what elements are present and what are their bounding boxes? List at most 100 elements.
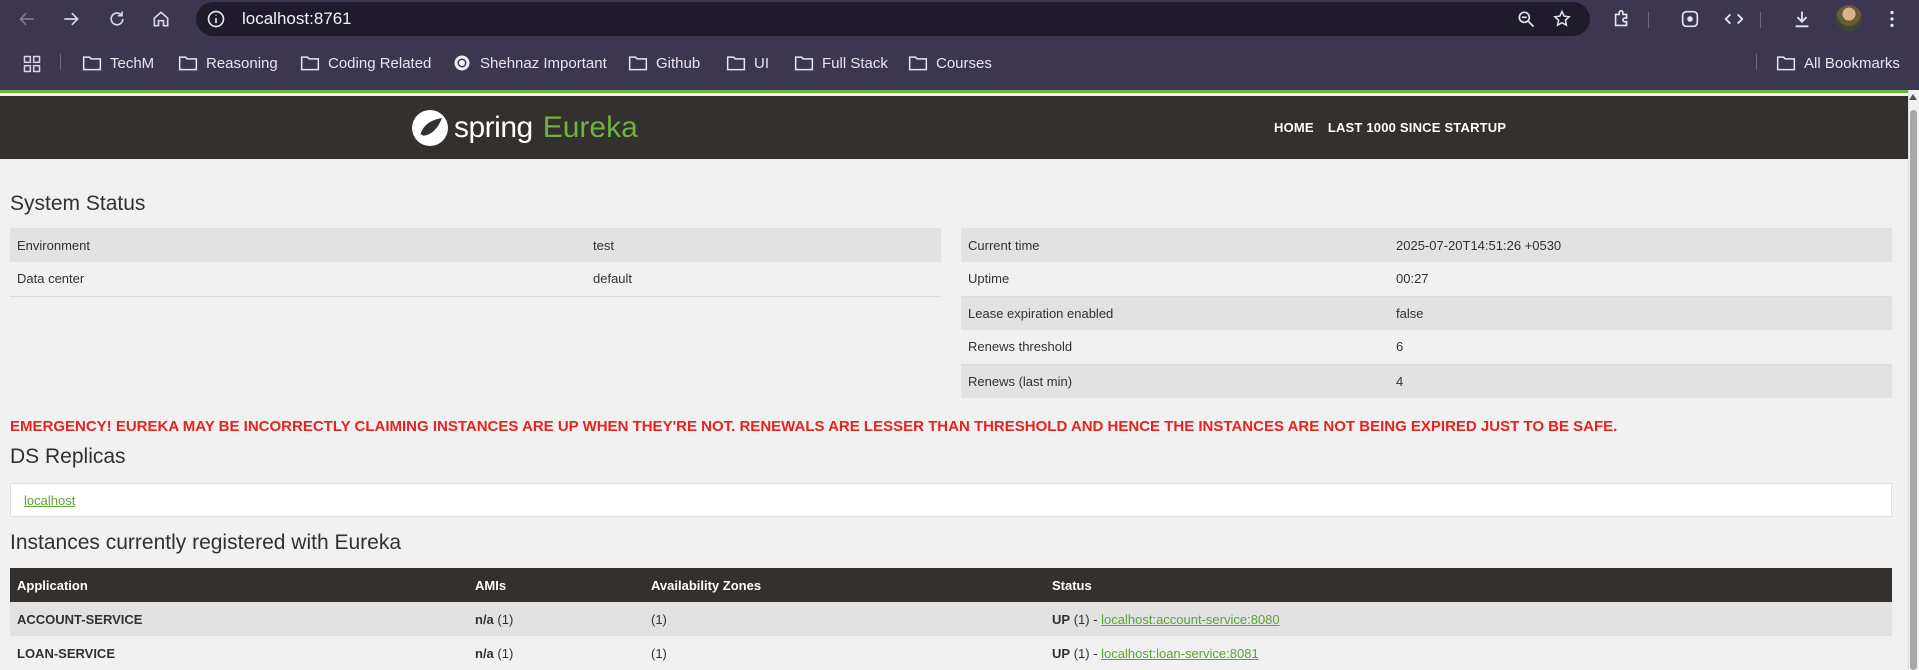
status-up: UP (1052, 645, 1071, 661)
folder-icon (794, 56, 814, 71)
zoom-icon[interactable] (1516, 9, 1536, 29)
system-status-right-table: Current time 2025-07-20T14:51:26 +0530 U… (961, 228, 1892, 398)
column-header: Availability Zones (644, 568, 1045, 602)
bookmark-folder-courses[interactable]: Courses (908, 52, 992, 74)
top-nav: HOME LAST 1000 SINCE STARTUP (1274, 120, 1506, 135)
folder-icon (178, 56, 198, 71)
puzzle-icon (1614, 9, 1628, 27)
bookmark-folder-ui[interactable]: UI (726, 52, 769, 74)
table-row: Uptime 00:27 (961, 262, 1892, 297)
status-value: 00:27 (1389, 262, 1892, 297)
status-count: (1) - (1073, 611, 1098, 627)
table-row: ACCOUNT-SERVICE n/a (1) (1) UP (1) - loc… (10, 602, 1892, 636)
ami-count: (1) (497, 645, 514, 661)
nav-home[interactable]: HOME (1274, 120, 1314, 135)
status-value: 4 (1389, 364, 1892, 398)
zones-cell: (1) (644, 602, 1045, 636)
extensions-button[interactable] (1610, 7, 1634, 31)
status-label: Renews threshold (961, 330, 1389, 365)
column-header: Status (1045, 568, 1892, 602)
forward-button[interactable] (58, 6, 84, 32)
table-row: Renews (last min) 4 (961, 364, 1892, 398)
home-icon (153, 11, 169, 27)
nav-last-1000[interactable]: LAST 1000 SINCE STARTUP (1328, 120, 1506, 135)
brand-eureka: Eureka (542, 111, 638, 144)
bookmark-folder-github[interactable]: Github (628, 52, 700, 74)
downloads-button[interactable] (1790, 7, 1814, 31)
devtools-button[interactable] (1722, 7, 1746, 31)
toolbar-separator (1648, 12, 1649, 28)
status-value: 6 (1389, 330, 1892, 365)
status-cell: UP (1) - localhost:loan-service:8081 (1045, 636, 1892, 670)
bookmark-label: Full Stack (822, 54, 888, 72)
bookmark-folder-techm[interactable]: TechM (82, 52, 154, 74)
status-label: Current time (961, 228, 1389, 262)
status-value: false (1389, 296, 1892, 330)
ds-replicas-title: DS Replicas (10, 445, 126, 468)
emergency-warning: EMERGENCY! EUREKA MAY BE INCORRECTLY CLA… (10, 418, 1618, 435)
status-value: default (586, 262, 941, 297)
table-row: Data center default (10, 262, 941, 297)
download-icon (1795, 11, 1809, 28)
bookmarks-separator (60, 54, 61, 70)
folder-icon (908, 56, 928, 71)
code-icon (1724, 13, 1744, 25)
bookmark-star-icon[interactable] (1552, 9, 1572, 29)
table-row: Renews threshold 6 (961, 330, 1892, 365)
eureka-header: spring Eureka HOME LAST 1000 SINCE START… (0, 96, 1908, 159)
ds-replicas-list: localhost (10, 483, 1892, 517)
replica-link[interactable]: localhost (24, 493, 75, 508)
folder-icon (726, 56, 746, 71)
apps-grid-icon[interactable] (22, 54, 42, 74)
bookmark-folder-full-stack[interactable]: Full Stack (794, 52, 888, 74)
status-value: test (586, 228, 941, 262)
instance-link[interactable]: localhost:account-service:8080 (1101, 612, 1280, 627)
all-bookmarks-button[interactable]: All Bookmarks (1776, 52, 1900, 74)
status-label: Data center (10, 262, 586, 297)
info-icon[interactable] (206, 9, 226, 29)
brand-spring: spring (454, 111, 533, 144)
bookmark-label: Shehnaz Important (480, 54, 607, 72)
status-label: Uptime (961, 262, 1389, 297)
status-label: Renews (last min) (961, 364, 1389, 398)
address-bar[interactable]: localhost:8761 (196, 2, 1590, 36)
ami-cell: n/a (1) (468, 602, 644, 636)
table-header-row: Application AMIs Availability Zones Stat… (10, 568, 1892, 602)
profile-avatar[interactable] (1836, 5, 1862, 31)
system-status-left-table: Environment test Data center default (10, 228, 941, 297)
application-name: ACCOUNT-SERVICE (10, 602, 468, 636)
status-label: Lease expiration enabled (961, 296, 1389, 330)
google-lens-button[interactable] (1678, 7, 1702, 31)
folder-icon (1776, 56, 1796, 71)
application-name: LOAN-SERVICE (10, 636, 468, 670)
bookmark-label: Coding Related (328, 54, 432, 72)
toolbar-separator (1760, 12, 1761, 28)
status-count: (1) - (1073, 645, 1098, 661)
bookmark-folder-coding-related[interactable]: Coding Related (300, 52, 431, 74)
bookmarks-separator (1756, 54, 1757, 70)
kebab-menu-icon (1890, 10, 1894, 28)
ami-count: (1) (497, 611, 514, 627)
home-button[interactable] (148, 6, 174, 32)
arrow-left-icon (19, 12, 34, 26)
chatgpt-icon (454, 55, 470, 71)
status-value: 2025-07-20T14:51:26 +0530 (1389, 228, 1892, 262)
menu-button[interactable] (1880, 7, 1904, 31)
folder-icon (628, 56, 648, 71)
table-row: LOAN-SERVICE n/a (1) (1) UP (1) - localh… (10, 636, 1892, 670)
reload-button[interactable] (104, 6, 130, 32)
url-text[interactable]: localhost:8761 (242, 9, 352, 29)
spring-eureka-logo[interactable]: spring Eureka (410, 108, 638, 148)
bookmarks-bar: TechM Reasoning Coding Related Shehnaz I… (0, 44, 1919, 82)
table-row: Environment test (10, 228, 941, 262)
bookmark-shehnaz-important[interactable]: Shehnaz Important (452, 52, 607, 74)
scroll-up-arrow-icon[interactable] (1909, 94, 1917, 100)
instances-title: Instances currently registered with Eure… (10, 531, 402, 554)
instance-link[interactable]: localhost:loan-service:8081 (1101, 646, 1259, 661)
column-header: AMIs (468, 568, 644, 602)
bookmark-folder-reasoning[interactable]: Reasoning (178, 52, 278, 74)
scrollbar-thumb[interactable] (1910, 110, 1917, 670)
back-button[interactable] (14, 6, 40, 32)
status-up: UP (1052, 611, 1071, 627)
folder-icon (82, 56, 102, 71)
